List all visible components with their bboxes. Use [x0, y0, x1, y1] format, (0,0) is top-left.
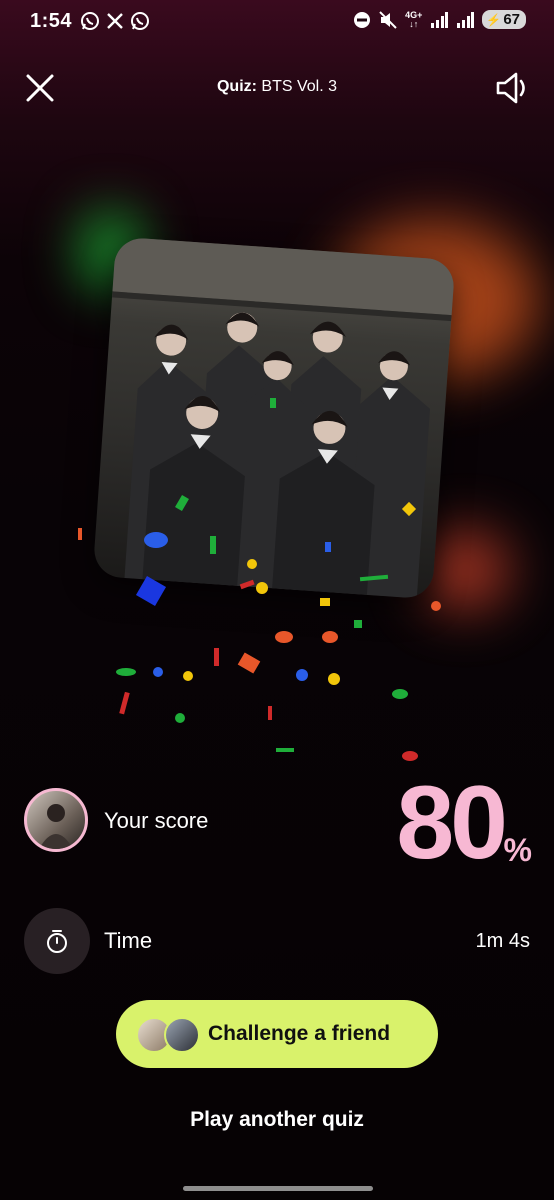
top-bar: Quiz: BTS Vol. 3 [0, 66, 554, 110]
status-right: 4G+ ↓↑ ⚡ 67 [353, 10, 526, 29]
avatar [24, 788, 88, 852]
mute-icon [379, 10, 397, 29]
time-row: Time 1m 4s [0, 906, 554, 976]
whatsapp-icon [81, 12, 99, 30]
signal-icon [431, 11, 449, 28]
challenge-friend-button[interactable]: Challenge a friend [116, 1000, 438, 1068]
notification-icons [80, 11, 150, 31]
x-icon [107, 13, 123, 29]
friend-avatar [164, 1017, 200, 1053]
do-not-disturb-icon [354, 11, 371, 28]
network-type: 4G+ ↓↑ [405, 9, 423, 29]
battery-icon: ⚡ 67 [482, 10, 526, 29]
status-bar: 1:54 4G+ ↓↑ ⚡ 67 [0, 0, 554, 44]
quiz-title-prefix: Quiz: [216, 78, 257, 95]
album-cover-image [92, 236, 456, 600]
score-label: Your score [104, 808, 209, 833]
score-row: Your score 80 % [0, 768, 554, 878]
quiz-title: Quiz: BTS Vol. 3 [0, 78, 554, 96]
time-label: Time [104, 928, 153, 953]
speaker-icon[interactable] [494, 70, 530, 106]
status-time: 1:54 [30, 10, 73, 32]
time-value: 1m 4s [475, 930, 530, 952]
timer-icon-container [24, 908, 90, 974]
group-photo [112, 236, 456, 599]
stopwatch-icon [47, 930, 67, 953]
quiz-title-name: BTS Vol. 3 [256, 78, 338, 95]
friend-avatars [136, 1017, 200, 1053]
score-unit: % [503, 832, 532, 868]
whatsapp-icon [131, 12, 149, 30]
challenge-friend-label: Challenge a friend [208, 1022, 391, 1045]
play-another-quiz-button[interactable]: Play another quiz [0, 1108, 554, 1132]
home-indicator[interactable] [183, 1186, 373, 1191]
signal-icon [457, 11, 475, 28]
score-value: 80 [396, 765, 508, 881]
